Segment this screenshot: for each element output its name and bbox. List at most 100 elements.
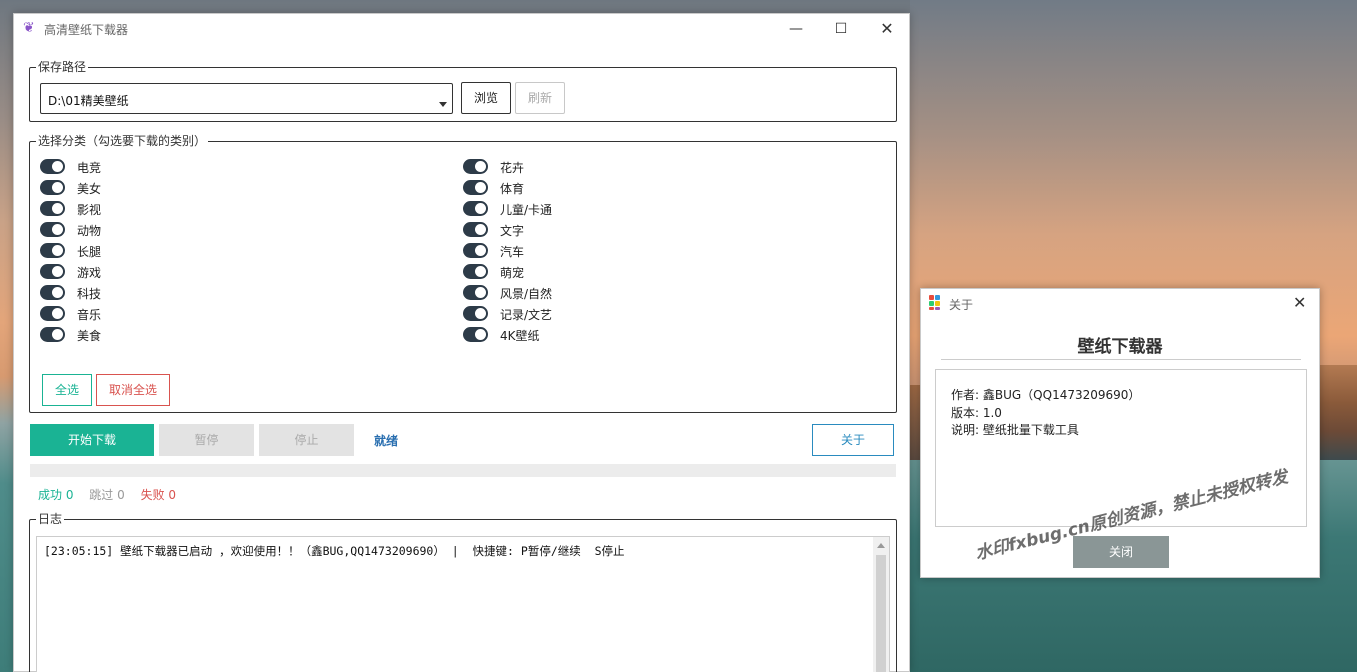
category-toggle[interactable]	[463, 201, 488, 216]
dropdown-arrow-icon[interactable]	[439, 102, 447, 107]
success-count: 成功 0	[38, 488, 74, 502]
category-toggle[interactable]	[40, 285, 65, 300]
deselect-all-button[interactable]: 取消全选	[96, 374, 170, 406]
category-label: 体育	[500, 182, 525, 196]
category-toggle[interactable]	[463, 285, 488, 300]
start-download-button[interactable]: 开始下载	[30, 424, 154, 456]
category-item[interactable]: 文字	[463, 221, 763, 242]
about-version: 版本: 1.0	[951, 406, 1002, 420]
toggle-knob	[475, 308, 486, 319]
category-item[interactable]: 电竞	[40, 158, 340, 179]
log-scrollbar[interactable]	[873, 537, 889, 672]
pause-button[interactable]: 暂停	[159, 424, 254, 456]
toggle-knob	[52, 266, 63, 277]
category-item[interactable]: 记录/文艺	[463, 305, 763, 326]
about-author: 作者: 鑫BUG（QQ1473209690）	[951, 388, 1141, 402]
select-all-button[interactable]: 全选	[42, 374, 92, 406]
toggle-knob	[475, 287, 486, 298]
category-toggle[interactable]	[463, 159, 488, 174]
category-group: 选择分类（勾选要下载的类别） 电竞美女影视动物长腿游戏科技音乐美食 花卉体育儿童…	[29, 133, 897, 413]
close-button[interactable]: ✕	[872, 18, 902, 40]
save-path-combobox[interactable]: D:\01精美壁纸	[40, 83, 453, 114]
category-item[interactable]: 萌宠	[463, 263, 763, 284]
category-toggle[interactable]	[40, 159, 65, 174]
about-close-button[interactable]: 关闭	[1073, 536, 1169, 568]
category-toggle[interactable]	[463, 327, 488, 342]
category-label: 记录/文艺	[500, 308, 553, 322]
scroll-thumb[interactable]	[876, 555, 886, 672]
category-legend: 选择分类（勾选要下载的类别）	[36, 133, 209, 149]
category-toggle[interactable]	[40, 222, 65, 237]
category-label: 动物	[77, 224, 102, 238]
category-label: 文字	[500, 224, 525, 238]
toggle-knob	[475, 161, 486, 172]
save-path-legend: 保存路径	[36, 59, 89, 75]
category-label: 美女	[77, 182, 102, 196]
failed-count: 失败 0	[140, 488, 177, 502]
category-item[interactable]: 汽车	[463, 242, 763, 263]
category-label: 儿童/卡通	[500, 203, 553, 217]
toggle-knob	[52, 308, 63, 319]
category-toggle[interactable]	[40, 180, 65, 195]
category-item[interactable]: 花卉	[463, 158, 763, 179]
log-textarea[interactable]: [23:05:15] 壁纸下载器已启动 ，欢迎使用！！（鑫BUG,QQ14732…	[36, 536, 890, 672]
category-item[interactable]: 风景/自然	[463, 284, 763, 305]
category-toggle[interactable]	[40, 306, 65, 321]
category-toggle[interactable]	[463, 306, 488, 321]
category-label: 音乐	[77, 308, 102, 322]
category-item[interactable]: 美女	[40, 179, 340, 200]
scroll-up-icon[interactable]	[877, 543, 885, 548]
toggle-knob	[52, 245, 63, 256]
category-item[interactable]: 动物	[40, 221, 340, 242]
toggle-knob	[475, 329, 486, 340]
refresh-button[interactable]: 刷新	[515, 82, 565, 114]
category-column-left: 电竞美女影视动物长腿游戏科技音乐美食	[40, 158, 340, 347]
category-label: 风景/自然	[500, 287, 553, 301]
app-grid-icon	[929, 295, 945, 311]
toggle-knob	[475, 203, 486, 214]
category-toggle[interactable]	[40, 264, 65, 279]
about-close-icon[interactable]: ✕	[1293, 293, 1306, 312]
maximize-button[interactable]: ☐	[826, 18, 856, 40]
category-toggle[interactable]	[40, 243, 65, 258]
category-item[interactable]: 长腿	[40, 242, 340, 263]
about-button[interactable]: 关于	[812, 424, 894, 456]
category-item[interactable]: 美食	[40, 326, 340, 347]
wallpaper-buildings	[1320, 365, 1357, 460]
save-path-value: D:\01精美壁纸	[48, 94, 129, 108]
browse-button[interactable]: 浏览	[461, 82, 511, 114]
about-dialog: 关于 ✕ 壁纸下载器 作者: 鑫BUG（QQ1473209690） 版本: 1.…	[920, 288, 1320, 578]
log-group: 日志 [23:05:15] 壁纸下载器已启动 ，欢迎使用！！（鑫BUG,QQ14…	[29, 511, 897, 672]
toggle-knob	[475, 224, 486, 235]
title-bar: ❦ 高清壁纸下载器 — ☐ ✕	[14, 14, 909, 44]
save-path-group: 保存路径 D:\01精美壁纸 浏览 刷新	[29, 59, 897, 122]
category-item[interactable]: 游戏	[40, 263, 340, 284]
download-progress-bar	[30, 464, 896, 477]
category-toggle[interactable]	[463, 243, 488, 258]
category-toggle[interactable]	[40, 327, 65, 342]
toggle-knob	[475, 182, 486, 193]
window-title: 高清壁纸下载器	[44, 23, 129, 37]
category-item[interactable]: 音乐	[40, 305, 340, 326]
category-label: 汽车	[500, 245, 525, 259]
category-toggle[interactable]	[463, 180, 488, 195]
about-description: 说明: 壁纸批量下载工具	[951, 423, 1079, 437]
toggle-knob	[52, 224, 63, 235]
toggle-knob	[52, 182, 63, 193]
category-label: 4K壁纸	[500, 329, 540, 343]
toggle-knob	[475, 266, 486, 277]
category-item[interactable]: 儿童/卡通	[463, 200, 763, 221]
category-item[interactable]: 科技	[40, 284, 340, 305]
category-label: 长腿	[77, 245, 102, 259]
minimize-button[interactable]: —	[781, 18, 811, 40]
category-toggle[interactable]	[463, 222, 488, 237]
category-item[interactable]: 4K壁纸	[463, 326, 763, 347]
stop-button[interactable]: 停止	[259, 424, 354, 456]
category-label: 科技	[77, 287, 102, 301]
category-item[interactable]: 影视	[40, 200, 340, 221]
category-toggle[interactable]	[463, 264, 488, 279]
category-label: 游戏	[77, 266, 102, 280]
category-item[interactable]: 体育	[463, 179, 763, 200]
category-toggle[interactable]	[40, 201, 65, 216]
category-label: 影视	[77, 203, 102, 217]
